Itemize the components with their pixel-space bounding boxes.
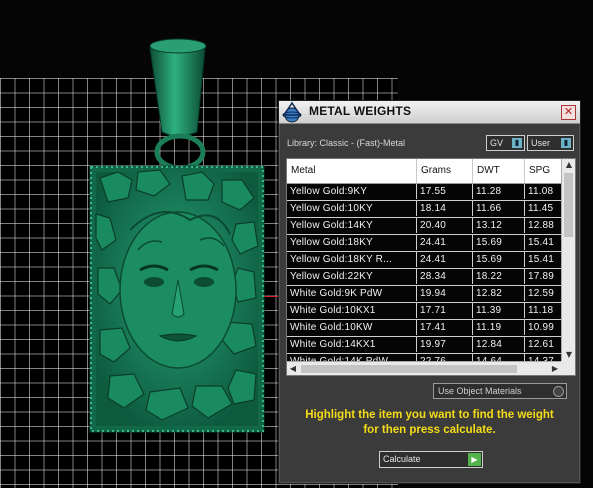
cell-metal: Yellow Gold:14KY bbox=[287, 218, 417, 233]
table-header: Metal Grams DWT SPG bbox=[287, 159, 565, 184]
cell-spg: 11.08 bbox=[525, 184, 565, 199]
instruction-line-1: Highlight the item you want to find the … bbox=[305, 409, 554, 421]
scroll-right-icon[interactable]: ▶ bbox=[549, 362, 561, 375]
cell-spg: 10.99 bbox=[525, 320, 565, 335]
cell-metal: White Gold:10KX1 bbox=[287, 303, 417, 318]
cell-spg: 15.41 bbox=[525, 252, 565, 267]
cell-grams: 28.34 bbox=[417, 269, 473, 284]
cell-metal: Yellow Gold:9KY bbox=[287, 184, 417, 199]
table-row[interactable]: White Gold:10KX1 17.71 11.39 11.18 bbox=[287, 303, 565, 320]
radio-icon bbox=[553, 386, 564, 397]
gv-toggle-button[interactable]: GV ▮ bbox=[486, 135, 525, 151]
use-object-materials-toggle[interactable]: Use Object Materials bbox=[433, 383, 567, 399]
cell-metal: White Gold:10KW bbox=[287, 320, 417, 335]
metal-weights-panel: METAL WEIGHTS ✕ Library: Classic - (Fast… bbox=[278, 100, 581, 484]
cell-spg: 11.45 bbox=[525, 201, 565, 216]
cell-dwt: 11.39 bbox=[473, 303, 525, 318]
user-toggle-button[interactable]: User ▮ bbox=[527, 135, 574, 151]
table-row[interactable]: White Gold:9K PdW 19.94 12.82 12.59 bbox=[287, 286, 565, 303]
cell-dwt: 13.12 bbox=[473, 218, 525, 233]
cell-dwt: 12.84 bbox=[473, 337, 525, 352]
column-header-spg[interactable]: SPG bbox=[525, 159, 565, 183]
cell-dwt: 11.19 bbox=[473, 320, 525, 335]
vertical-scroll-thumb[interactable] bbox=[564, 173, 573, 237]
panel-titlebar[interactable]: METAL WEIGHTS ✕ bbox=[279, 101, 580, 124]
cell-metal: Yellow Gold:10KY bbox=[287, 201, 417, 216]
cell-grams: 17.71 bbox=[417, 303, 473, 318]
column-header-dwt[interactable]: DWT bbox=[473, 159, 525, 183]
cell-metal: Yellow Gold:18KY bbox=[287, 235, 417, 250]
horizontal-scroll-thumb[interactable] bbox=[301, 365, 517, 373]
cell-grams: 24.41 bbox=[417, 252, 473, 267]
cell-metal: White Gold:14KX1 bbox=[287, 337, 417, 352]
gv-toggle-label: GV bbox=[490, 138, 504, 148]
instruction-text: Highlight the item you want to find the … bbox=[279, 408, 580, 438]
cell-dwt: 15.69 bbox=[473, 235, 525, 250]
scroll-left-icon[interactable]: ◀ bbox=[287, 362, 299, 375]
cell-grams: 18.14 bbox=[417, 201, 473, 216]
table-row[interactable]: Yellow Gold:14KY 20.40 13.12 12.88 bbox=[287, 218, 565, 235]
user-toggle-label: User bbox=[531, 138, 551, 148]
cell-grams: 20.40 bbox=[417, 218, 473, 233]
cell-grams: 24.41 bbox=[417, 235, 473, 250]
table-body: Yellow Gold:9KY 17.55 11.28 11.08 Yellow Go… bbox=[287, 184, 565, 371]
panel-title: METAL WEIGHTS bbox=[309, 104, 412, 118]
app-logo-icon bbox=[282, 101, 302, 123]
table-row[interactable]: White Gold:14KX1 19.97 12.84 12.61 bbox=[287, 337, 565, 354]
cell-metal: Yellow Gold:18KY R... bbox=[287, 252, 417, 267]
cell-dwt: 11.28 bbox=[473, 184, 525, 199]
table-row[interactable]: Yellow Gold:18KY R... 24.41 15.69 15.41 bbox=[287, 252, 565, 269]
table-row[interactable]: Yellow Gold:22KY 28.34 18.22 17.89 bbox=[287, 269, 565, 286]
calculate-label: Calculate bbox=[383, 454, 421, 464]
cell-spg: 17.89 bbox=[525, 269, 565, 284]
use-object-materials-label: Use Object Materials bbox=[438, 386, 522, 396]
scrollbar-corner bbox=[561, 361, 575, 375]
scroll-down-icon[interactable]: ▼ bbox=[562, 349, 575, 361]
cell-dwt: 15.69 bbox=[473, 252, 525, 267]
table-row[interactable]: Yellow Gold:9KY 17.55 11.28 11.08 bbox=[287, 184, 565, 201]
cell-metal: White Gold:9K PdW bbox=[287, 286, 417, 301]
toggle-indicator-icon: ▮ bbox=[561, 138, 571, 148]
table-row[interactable]: Yellow Gold:18KY 24.41 15.69 15.41 bbox=[287, 235, 565, 252]
calculate-button[interactable]: Calculate ▶ bbox=[379, 451, 483, 468]
scroll-up-icon[interactable]: ▲ bbox=[562, 159, 575, 171]
cell-spg: 12.61 bbox=[525, 337, 565, 352]
vertical-scrollbar[interactable]: ▲ ▼ bbox=[561, 159, 575, 361]
cell-grams: 19.97 bbox=[417, 337, 473, 352]
cell-grams: 17.55 bbox=[417, 184, 473, 199]
metal-weights-table[interactable]: Metal Grams DWT SPG Yellow Gold:9KY 17.55… bbox=[286, 158, 576, 376]
toggle-indicator-icon: ▮ bbox=[512, 138, 522, 148]
cell-spg: 12.88 bbox=[525, 218, 565, 233]
cell-dwt: 12.82 bbox=[473, 286, 525, 301]
column-header-metal[interactable]: Metal bbox=[287, 159, 417, 183]
cell-spg: 12.59 bbox=[525, 286, 565, 301]
library-label: Library: Classic - (Fast)-Metal bbox=[287, 138, 406, 148]
horizontal-scrollbar[interactable]: ◀ ▶ bbox=[287, 361, 561, 375]
instruction-line-2: for then press calculate. bbox=[363, 424, 496, 436]
pendant-model[interactable] bbox=[0, 0, 280, 440]
cell-spg: 15.41 bbox=[525, 235, 565, 250]
table-row[interactable]: Yellow Gold:10KY 18.14 11.66 11.45 bbox=[287, 201, 565, 218]
column-header-grams[interactable]: Grams bbox=[417, 159, 473, 183]
cell-dwt: 11.66 bbox=[473, 201, 525, 216]
cell-metal: Yellow Gold:22KY bbox=[287, 269, 417, 284]
cell-spg: 11.18 bbox=[525, 303, 565, 318]
cell-grams: 19.94 bbox=[417, 286, 473, 301]
table-row[interactable]: White Gold:10KW 17.41 11.19 10.99 bbox=[287, 320, 565, 337]
play-arrow-icon: ▶ bbox=[468, 453, 481, 466]
close-button[interactable]: ✕ bbox=[561, 105, 576, 120]
cell-dwt: 18.22 bbox=[473, 269, 525, 284]
cell-grams: 17.41 bbox=[417, 320, 473, 335]
